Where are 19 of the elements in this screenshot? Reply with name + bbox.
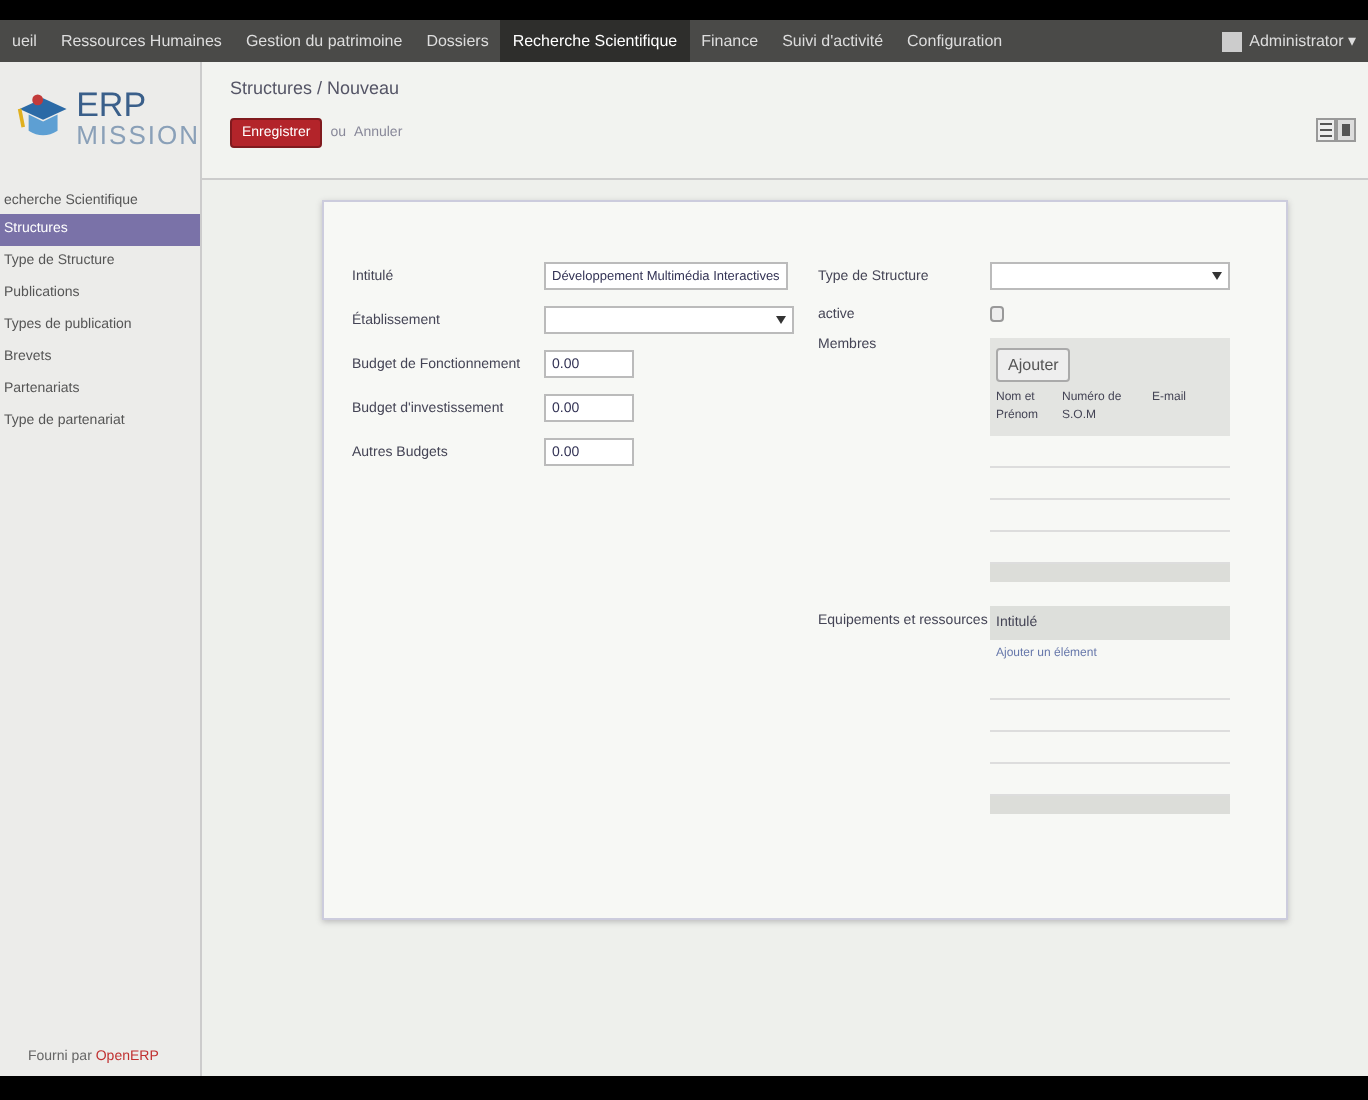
view-switch-icon[interactable] [1316,118,1356,142]
caret-icon [776,316,786,324]
menu-item[interactable]: Dossiers [414,20,501,62]
user-menu[interactable]: Administrator ▾ [1209,20,1368,62]
menu-item[interactable]: Recherche Scientifique [500,20,690,62]
menu-item[interactable]: Ressources Humaines [48,20,234,62]
logo-text: MISSION [76,122,200,148]
menu-item[interactable]: Configuration [895,20,1015,62]
select-field[interactable] [544,306,794,334]
checkbox[interactable] [990,306,1004,322]
menu-item[interactable]: Suivi d'activité [770,20,896,62]
menu-item[interactable]: Gestion du patrimoine [233,20,415,62]
menu-item[interactable]: ueil [0,20,49,62]
select-field[interactable] [990,262,1230,290]
add-button[interactable]: Ajouter [996,348,1071,382]
breadcrumb: Structures / Nouveau [230,78,402,98]
caret-icon [1212,272,1222,280]
logo-text: ERP [76,88,149,122]
menu-item[interactable]: Finance [689,20,771,62]
